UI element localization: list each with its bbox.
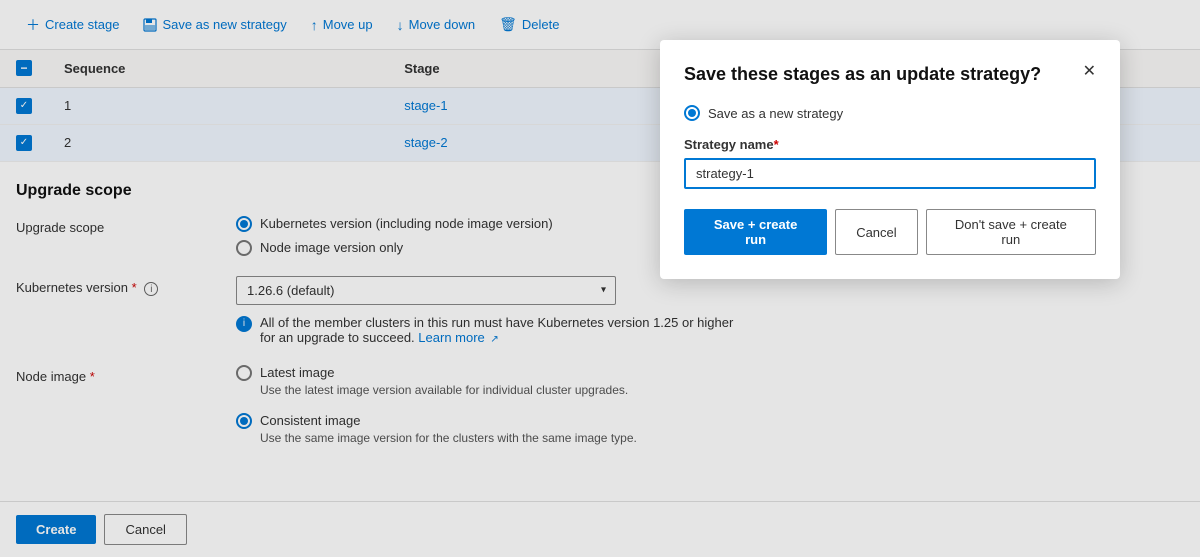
modal-radio-button[interactable] [684, 105, 700, 121]
strategy-name-field-group: Strategy name* [684, 137, 1096, 189]
strategy-name-label: Strategy name* [684, 137, 1096, 152]
modal-dialog: Save these stages as an update strategy?… [660, 40, 1120, 279]
modal-cancel-button[interactable]: Cancel [835, 209, 917, 255]
modal-close-button[interactable]: ✕ [1083, 64, 1096, 80]
modal-header: Save these stages as an update strategy?… [684, 64, 1096, 85]
strategy-name-input[interactable] [684, 158, 1096, 189]
modal-title: Save these stages as an update strategy? [684, 64, 1083, 85]
modal-footer: Save + create run Cancel Don't save + cr… [684, 209, 1096, 255]
modal-radio-label: Save as a new strategy [708, 106, 843, 121]
modal-body: Save as a new strategy Strategy name* [684, 105, 1096, 189]
strategy-name-required-star: * [774, 137, 779, 152]
modal-radio-item[interactable]: Save as a new strategy [684, 105, 1096, 121]
save-create-run-button[interactable]: Save + create run [684, 209, 827, 255]
dont-save-create-run-button[interactable]: Don't save + create run [926, 209, 1096, 255]
